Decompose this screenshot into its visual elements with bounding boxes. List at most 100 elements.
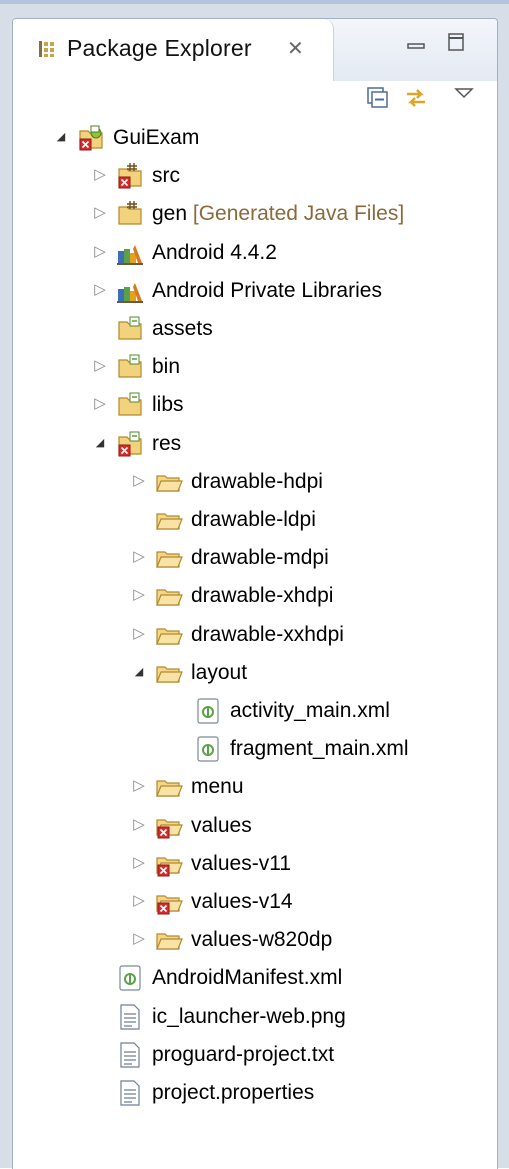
tree-item[interactable]: ▷ menu [13, 768, 497, 806]
tree-item-label: src [152, 162, 180, 190]
tree-item[interactable]: proguard-project.txt [13, 1036, 497, 1074]
tree-item-label: bin [152, 353, 180, 381]
package-explorer-window: Package Explorer ✕ ◢ GuiExam ▷ src ▷ gen… [0, 0, 509, 1169]
folder-open-icon [155, 773, 183, 801]
tree-item-label: drawable-hdpi [191, 468, 323, 496]
tree-item-label: drawable-mdpi [191, 544, 329, 572]
folder-icon [116, 315, 144, 343]
tree-item-name: res [152, 431, 182, 455]
collapse-all-icon[interactable] [365, 85, 391, 111]
collapsed-twisty-icon[interactable]: ▷ [92, 281, 108, 299]
folder-open-error-icon [155, 888, 183, 916]
tree-item-label: libs [152, 391, 184, 419]
tree-item[interactable]: ic_launcher-web.png [13, 998, 497, 1036]
tree-item-name: layout [191, 660, 248, 684]
tree-item-label: values-w820dp [191, 926, 332, 954]
view-panel: Package Explorer ✕ ◢ GuiExam ▷ src ▷ gen… [12, 18, 498, 1169]
tree-item-label: GuiExam [113, 124, 199, 152]
tree-item-name: drawable-ldpi [191, 508, 316, 531]
tree-item[interactable]: ▷ values-w820dp [13, 921, 497, 959]
collapsed-twisty-icon[interactable]: ▷ [131, 586, 147, 604]
source-folder-icon [116, 200, 144, 228]
window-border [0, 0, 509, 4]
tree-item-label: menu [191, 773, 244, 801]
tree-item[interactable]: project.properties [13, 1074, 497, 1112]
expanded-twisty-icon[interactable]: ◢ [131, 663, 147, 681]
folder-open-error-icon [155, 812, 183, 840]
folder-open-icon [155, 659, 183, 687]
tree-item-name: drawable-xxhdpi [191, 622, 344, 646]
collapsed-twisty-icon[interactable]: ▷ [131, 472, 147, 490]
tree-item-label: Android 4.4.2 [152, 239, 277, 267]
tree-item-label: Android Private Libraries [152, 277, 382, 305]
expanded-twisty-icon[interactable]: ◢ [92, 434, 108, 452]
tree-item-label: values-v11 [191, 850, 291, 878]
tree-item[interactable]: assets [13, 310, 497, 348]
tree-item[interactable]: ▷ drawable-xxhdpi [13, 616, 497, 654]
tree-item[interactable]: ▷ values-v14 [13, 883, 497, 921]
tree-item[interactable]: ▷ libs [13, 386, 497, 424]
tree-item-name: project.properties [152, 1081, 315, 1104]
collapsed-twisty-icon[interactable]: ▷ [131, 854, 147, 872]
tree-item-label: drawable-xxhdpi [191, 621, 344, 649]
collapsed-twisty-icon[interactable]: ▷ [92, 204, 108, 222]
tree-item[interactable]: ▷ values [13, 807, 497, 845]
folder-icon [116, 353, 144, 381]
link-with-editor-icon[interactable] [403, 85, 429, 111]
tab-package-explorer[interactable]: Package Explorer ✕ [13, 19, 334, 81]
tree-item-name: proguard-project.txt [152, 1042, 335, 1066]
tree-item[interactable]: ▷ Android Private Libraries [13, 272, 497, 310]
tree-item[interactable]: ▷ drawable-mdpi [13, 539, 497, 577]
tree-item-label: res [152, 430, 181, 458]
tree-item-name: values-v11 [191, 851, 291, 875]
collapsed-twisty-icon[interactable]: ▷ [92, 166, 108, 184]
view-menu-icon[interactable] [451, 81, 477, 107]
tree-item[interactable]: activity_main.xml [13, 692, 497, 730]
tree-item-name: ic_launcher-web.png [152, 1004, 346, 1028]
collapsed-twisty-icon[interactable]: ▷ [131, 930, 147, 948]
tree-item-label: fragment_main.xml [230, 735, 409, 763]
tree-item-name: menu [191, 775, 244, 799]
tree-item[interactable]: ◢ layout [13, 654, 497, 692]
tree-item-label: values-v14 [191, 888, 293, 916]
tree-item-label: project.properties [152, 1079, 314, 1107]
collapsed-twisty-icon[interactable]: ▷ [131, 892, 147, 910]
tree-item[interactable]: fragment_main.xml [13, 730, 497, 768]
collapsed-twisty-icon[interactable]: ▷ [131, 777, 147, 795]
collapsed-twisty-icon[interactable]: ▷ [92, 243, 108, 261]
android-xml-file-icon [116, 964, 144, 992]
tree-item[interactable]: ▷ gen [Generated Java Files] [13, 195, 497, 233]
collapsed-twisty-icon[interactable]: ▷ [131, 625, 147, 643]
tree-item-name: assets [152, 317, 213, 340]
folder-open-icon [155, 621, 183, 649]
folder-icon [116, 391, 144, 419]
tree-item-name: values-w820dp [191, 928, 333, 952]
folder-open-icon [155, 926, 183, 954]
folder-open-icon [155, 468, 183, 496]
collapsed-twisty-icon[interactable]: ▷ [131, 816, 147, 834]
tree-item[interactable]: ▷ src [13, 157, 497, 195]
tree-item-name: values [191, 813, 252, 837]
tree-item-name: fragment_main.xml [230, 737, 409, 761]
tree-item[interactable]: ▷ bin [13, 348, 497, 386]
tree-item[interactable]: ▷ values-v11 [13, 845, 497, 883]
library-icon [116, 239, 144, 267]
tree-item[interactable]: ◢ res [13, 425, 497, 463]
maximize-icon[interactable] [445, 31, 467, 53]
tree-item[interactable]: ▷ drawable-xhdpi [13, 577, 497, 615]
tree-item[interactable]: drawable-ldpi [13, 501, 497, 539]
collapsed-twisty-icon[interactable]: ▷ [92, 357, 108, 375]
minimize-icon[interactable] [405, 31, 427, 53]
collapsed-twisty-icon[interactable]: ▷ [92, 395, 108, 413]
expanded-twisty-icon[interactable]: ◢ [53, 128, 69, 146]
tree-item[interactable]: ▷ Android 4.4.2 [13, 234, 497, 272]
close-icon[interactable]: ✕ [287, 37, 304, 61]
android-xml-file-icon [194, 735, 222, 763]
tree-item-name: src [152, 164, 180, 188]
tree-item[interactable]: AndroidManifest.xml [13, 959, 497, 997]
collapsed-twisty-icon[interactable]: ▷ [131, 548, 147, 566]
android-project-error-icon [77, 124, 105, 152]
tree-item[interactable]: ◢ GuiExam [13, 119, 497, 157]
tree-item[interactable]: ▷ drawable-hdpi [13, 463, 497, 501]
tree-item-label: activity_main.xml [230, 697, 390, 725]
